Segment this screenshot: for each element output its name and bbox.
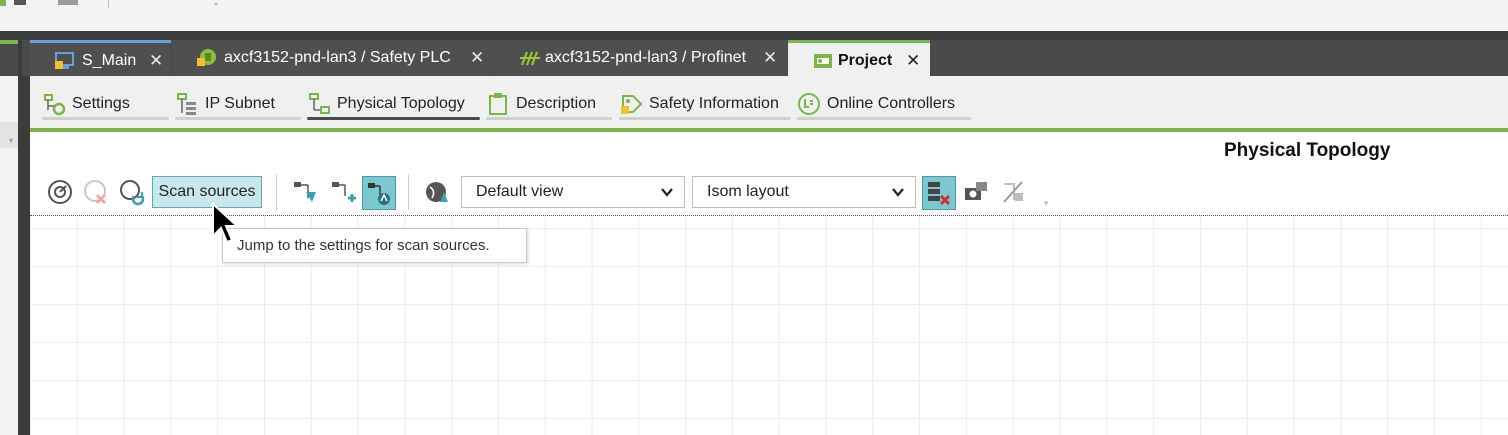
- scan-sources-tooltip: Jump to the settings for scan sources.: [222, 228, 527, 263]
- topology-connect-icon[interactable]: [292, 178, 320, 206]
- snapshot-icon[interactable]: [962, 178, 990, 206]
- close-icon[interactable]: ✕: [149, 51, 163, 71]
- subtab-label: IP Subnet: [205, 95, 275, 112]
- chevron-down-icon: [892, 188, 904, 197]
- main-toolbar-fragment: ▾: [0, 0, 1508, 31]
- close-icon[interactable]: ✕: [763, 48, 777, 68]
- subtab-ip-subnet[interactable]: IP Subnet: [175, 88, 301, 120]
- toolbar-overflow-icon[interactable]: ▾: [1044, 198, 1049, 209]
- left-pane: ▾: [0, 40, 22, 435]
- subtab-underline: [42, 117, 169, 120]
- topology-add-icon[interactable]: [330, 178, 358, 206]
- app-window: ▾ ▾ S_Main ✕ axcf3152-pnd-lan3 / Safety …: [0, 0, 1508, 435]
- subtab-safety-information[interactable]: Safety Information: [619, 88, 791, 120]
- mouse-cursor-icon: [212, 202, 240, 244]
- subtab-underline: [307, 117, 480, 120]
- subtab-physical-topology[interactable]: Physical Topology: [307, 88, 480, 120]
- tab-profinet[interactable]: axcf3152-pnd-lan3 / Profinet ✕: [491, 40, 787, 76]
- subtab-underline: [797, 117, 971, 120]
- subtab-underline: [486, 117, 612, 120]
- clipboard-icon: [489, 93, 507, 115]
- filter-off-icon[interactable]: [1000, 178, 1028, 206]
- scan-sources-button[interactable]: Scan sources: [152, 176, 262, 208]
- safety-plc-icon: [197, 49, 216, 66]
- ip-subnet-icon: [177, 93, 196, 115]
- chevron-down-icon: [661, 188, 673, 197]
- subtab-underline: [619, 117, 791, 120]
- toolbar-icon-fragment[interactable]: [0, 0, 6, 6]
- scan-network-icon[interactable]: [46, 178, 74, 206]
- topology-auto-icon: [368, 183, 390, 205]
- chevron-down-icon[interactable]: ▾: [9, 136, 13, 145]
- subtab-label: Safety Information: [649, 95, 779, 112]
- subtab-label: Description: [516, 95, 597, 112]
- subtab-description[interactable]: Description: [486, 88, 612, 120]
- subtab-underline: [175, 117, 301, 120]
- settings-tree-icon: [44, 94, 66, 116]
- subtab-label: Online Controllers: [827, 95, 956, 112]
- safety-tag-icon: [621, 95, 643, 114]
- close-icon[interactable]: ✕: [906, 51, 920, 71]
- tab-label: axcf3152-pnd-lan3 / Profinet: [545, 49, 747, 66]
- remove-devices-toggle[interactable]: [922, 176, 956, 210]
- layout-select[interactable]: Isom layout: [692, 176, 916, 208]
- tab-label: axcf3152-pnd-lan3 / Safety PLC: [224, 49, 451, 66]
- subtab-settings[interactable]: Settings: [42, 88, 169, 120]
- layout-select-value: Isom layout: [707, 183, 789, 200]
- tab-label: S_Main: [82, 52, 137, 69]
- subtab-online-controllers[interactable]: Online Controllers: [797, 88, 971, 120]
- refresh-scan-icon[interactable]: [118, 178, 146, 206]
- toolbar-icon-fragment[interactable]: [14, 0, 26, 5]
- globe-layout-icon[interactable]: [424, 178, 452, 206]
- editor-frame: [22, 76, 30, 435]
- toolbar-separator: [276, 174, 277, 210]
- toolbar-separator: [108, 0, 109, 8]
- close-icon[interactable]: ✕: [470, 48, 484, 68]
- stop-scan-icon[interactable]: [82, 178, 110, 206]
- tab-project[interactable]: Project ✕: [788, 40, 930, 76]
- online-controllers-icon: [798, 93, 820, 115]
- tab-label: Project: [838, 52, 893, 69]
- toolbar-separator: [408, 174, 409, 210]
- topology-icon: [309, 93, 330, 114]
- chevron-down-icon[interactable]: ▾: [214, 0, 218, 9]
- tab-s-main[interactable]: S_Main ✕: [30, 40, 171, 76]
- remove-device-icon: [928, 182, 951, 206]
- subtab-label: Settings: [72, 95, 130, 112]
- tab-safety-plc[interactable]: axcf3152-pnd-lan3 / Safety PLC ✕: [172, 40, 490, 76]
- subtab-label: Physical Topology: [337, 95, 465, 112]
- toolbar-icon-fragment[interactable]: [58, 0, 78, 5]
- topology-auto-toggle[interactable]: [362, 176, 396, 210]
- profinet-icon: [520, 51, 540, 66]
- window-frame: [0, 31, 1508, 40]
- monitor-lock-icon: [55, 52, 74, 69]
- view-select-value: Default view: [476, 183, 564, 200]
- page-title: Physical Topology: [1224, 140, 1391, 161]
- view-select[interactable]: Default view: [461, 176, 685, 208]
- project-icon: [814, 54, 832, 68]
